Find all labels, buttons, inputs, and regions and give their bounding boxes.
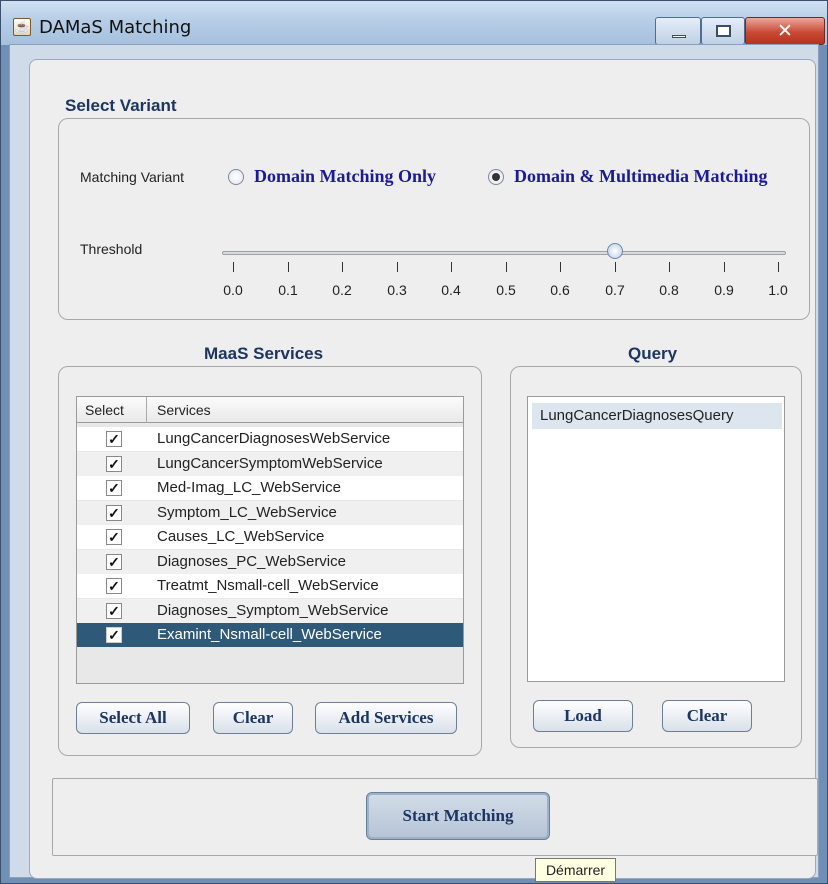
maas-services-title: MaaS Services [202,344,326,364]
close-icon: ✕ [777,20,793,42]
window-title: DAMaS Matching [39,17,192,38]
minimize-button[interactable] [655,17,701,45]
clear-query-button[interactable]: Clear [662,700,752,732]
service-name: Treatmt_Nsmall-cell_WebService [157,577,379,594]
table-row[interactable]: ✓ Diagnoses_PC_WebService [77,549,463,574]
slider-tick [342,262,343,272]
service-select-checkbox[interactable]: ✓ [106,480,122,496]
slider-tick [560,262,561,272]
query-list[interactable]: LungCancerDiagnosesQuery [527,396,785,682]
service-select-checkbox[interactable]: ✓ [106,578,122,594]
radio-domain-multimedia-label[interactable]: Domain & Multimedia Matching [514,166,768,187]
load-query-button[interactable]: Load [533,700,633,732]
clear-services-button[interactable]: Clear [213,702,293,734]
slider-tick-label: 0.8 [659,282,679,298]
slider-tick-label: 1.0 [768,282,788,298]
matching-variant-label: Matching Variant [80,169,185,185]
threshold-label: Threshold [80,241,143,257]
slider-tick-label: 0.4 [441,282,461,298]
query-list-item[interactable]: LungCancerDiagnosesQuery [532,403,782,429]
service-name: Diagnoses_Symptom_WebService [157,601,389,619]
threshold-slider-thumb[interactable] [607,243,623,259]
select-variant-title: Select Variant [63,96,179,116]
slider-tick [451,262,452,272]
service-name: Med-Imag_LC_WebService [157,479,341,496]
slider-tick-label: 0.9 [714,282,734,298]
add-services-button[interactable]: Add Services [315,702,457,734]
slider-tick-label: 0.1 [278,282,298,298]
services-table[interactable]: Select Services ✓ LungCancerDiagnosesWebS… [76,396,464,684]
service-select-checkbox[interactable]: ✓ [106,602,122,619]
slider-tick-label: 0.7 [605,282,625,298]
radio-domain-multimedia[interactable] [488,169,504,185]
column-services-header[interactable]: Services [157,397,211,423]
service-select-checkbox[interactable]: ✓ [106,627,122,643]
slider-tick [669,262,670,272]
service-name: Diagnoses_PC_WebService [157,552,346,570]
table-row[interactable]: ✓ LungCancerSymptomWebService [77,451,463,476]
slider-tick [288,262,289,272]
radio-selected-dot [492,173,500,181]
table-row[interactable]: ✓ Examint_Nsmall-cell_WebService [77,623,463,647]
column-select-header[interactable]: Select [85,397,124,423]
service-select-checkbox[interactable]: ✓ [106,529,122,545]
table-row[interactable]: ✓ Med-Imag_LC_WebService [77,476,463,500]
slider-tick [778,262,779,272]
slider-tick-label: 0.3 [387,282,407,298]
service-name: LungCancerSymptomWebService [157,454,383,472]
java-app-icon: ☕ [13,18,31,36]
slider-tick-label: 0.2 [332,282,352,298]
table-row[interactable]: ✓ Causes_LC_WebService [77,525,463,549]
service-name: Symptom_LC_WebService [157,503,337,521]
slider-tick [397,262,398,272]
table-row[interactable]: ✓ Symptom_LC_WebService [77,500,463,525]
radio-domain-only[interactable] [228,169,244,185]
service-select-checkbox[interactable]: ✓ [106,504,122,521]
maximize-icon [716,25,731,37]
slider-tick-label: 0.5 [496,282,516,298]
service-select-checkbox[interactable]: ✓ [106,553,122,570]
slider-tick [233,262,234,272]
slider-tick-label: 0.6 [550,282,570,298]
maximize-button[interactable] [701,17,745,45]
start-matching-button[interactable]: Start Matching [366,792,550,840]
table-row[interactable]: ✓ Diagnoses_Symptom_WebService [77,598,463,623]
service-select-checkbox[interactable]: ✓ [106,431,122,447]
close-button[interactable]: ✕ [745,17,825,45]
radio-domain-only-label[interactable]: Domain Matching Only [254,166,436,187]
services-table-header: Select Services [77,397,463,423]
query-title: Query [626,344,680,364]
title-bar[interactable]: ☕ DAMaS Matching ✕ [1,1,827,45]
tooltip: Démarrer [535,858,616,882]
select-all-button[interactable]: Select All [76,702,190,734]
service-select-checkbox[interactable]: ✓ [106,455,122,472]
minimize-icon [672,35,686,38]
service-name: Examint_Nsmall-cell_WebService [157,626,382,643]
slider-tick [506,262,507,272]
header-separator [146,397,147,423]
table-row[interactable]: ✓ LungCancerDiagnosesWebService [77,427,463,451]
slider-tick-label: 0.0 [223,282,243,298]
slider-tick [724,262,725,272]
slider-tick [615,262,616,272]
service-name: Causes_LC_WebService [157,528,325,545]
table-row[interactable]: ✓ Treatmt_Nsmall-cell_WebService [77,574,463,598]
threshold-slider-track[interactable] [222,251,786,255]
service-name: LungCancerDiagnosesWebService [157,430,391,447]
